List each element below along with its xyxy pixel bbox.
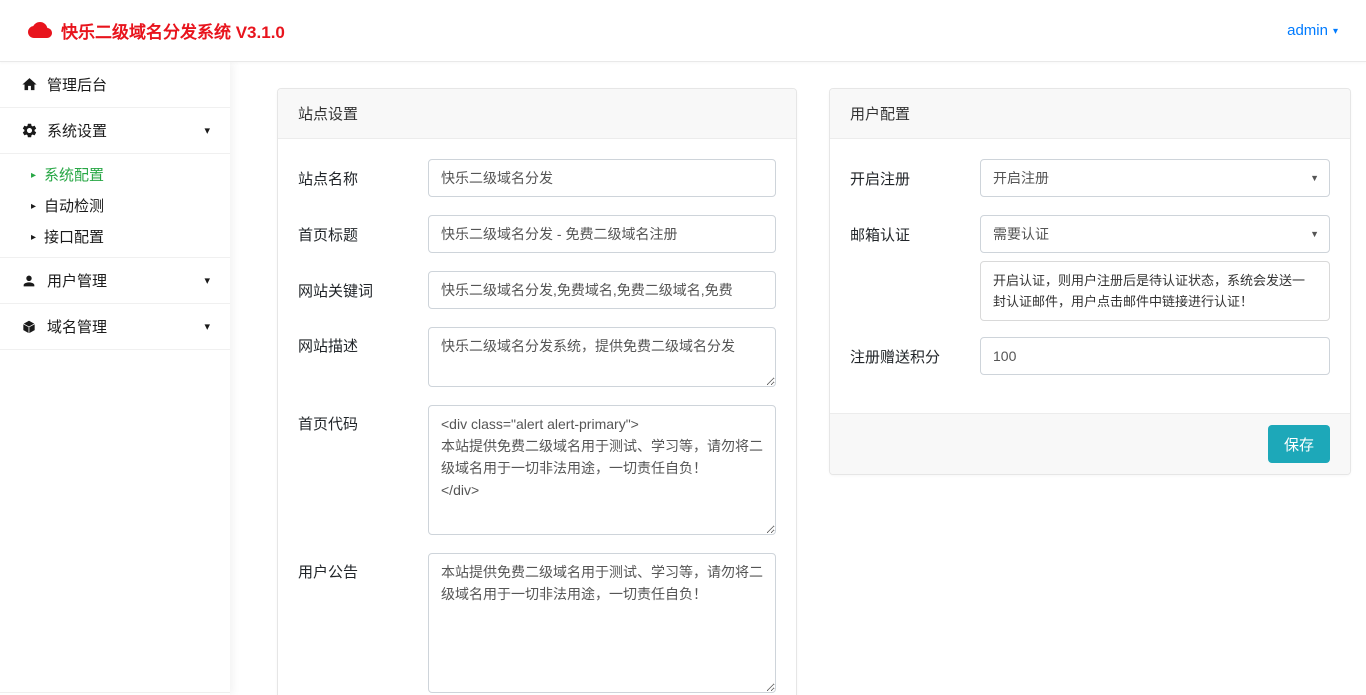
brand-title: 快乐二级域名分发系统 V3.1.0 [61, 18, 285, 43]
sidebar-item-domain-management[interactable]: 域名管理 ▾ [0, 304, 230, 350]
register-select[interactable]: 开启注册 ▼ [980, 159, 1330, 197]
main-layout: 管理后台 系统设置 ▾ ▸ 系统配置 ▸ 自动检测 ▸ 接口配置 [0, 62, 1366, 695]
site-name-input[interactable] [428, 159, 776, 197]
email-auth-row: 邮箱认证 需要认证 ▼ [850, 215, 1330, 253]
announcement-textarea[interactable]: 本站提供免费二级域名用于测试、学习等，请勿将二级域名用于一切非法用途，一切责任自… [428, 553, 776, 693]
sidebar-item-label: 管理后台 [47, 74, 107, 95]
home-code-row: 首页代码 <div class="alert alert-primary"> 本… [298, 405, 776, 535]
user-card-title: 用户配置 [830, 89, 1350, 139]
sidebar-item-user-management[interactable]: 用户管理 ▾ [0, 258, 230, 304]
register-select-value: 开启注册 [993, 168, 1049, 188]
select-caret-icon: ▼ [1310, 173, 1319, 183]
home-icon [20, 76, 38, 94]
system-settings-submenu: ▸ 系统配置 ▸ 自动检测 ▸ 接口配置 [0, 154, 230, 258]
user-menu-label: admin [1287, 22, 1328, 39]
chevron-down-icon: ▾ [204, 124, 210, 137]
triangle-right-icon: ▸ [31, 232, 36, 243]
home-title-input[interactable] [428, 215, 776, 253]
register-row: 开启注册 开启注册 ▼ [850, 159, 1330, 197]
submenu-item-system-config[interactable]: ▸ 系统配置 [0, 159, 230, 190]
home-code-textarea[interactable]: <div class="alert alert-primary"> 本站提供免费… [428, 405, 776, 535]
gear-icon [20, 122, 38, 140]
site-card-body: 站点名称 首页标题 网站关键词 网站描述 快乐二级域名分发系统，提供免费二级域名… [278, 139, 796, 695]
email-auth-label: 邮箱认证 [850, 224, 980, 245]
cloud-icon [28, 22, 52, 40]
save-button[interactable]: 保存 [1268, 425, 1330, 463]
announcement-label: 用户公告 [298, 553, 428, 582]
register-label: 开启注册 [850, 168, 980, 189]
triangle-right-icon: ▸ [31, 201, 36, 212]
triangle-right-icon: ▸ [31, 170, 36, 181]
points-row: 注册赠送积分 [850, 337, 1330, 375]
submenu-item-auto-detect[interactable]: ▸ 自动检测 [0, 190, 230, 221]
chevron-down-icon: ▾ [204, 320, 210, 333]
announcement-row: 用户公告 本站提供免费二级域名用于测试、学习等，请勿将二级域名用于一切非法用途，… [298, 553, 776, 693]
sidebar-item-label: 用户管理 [47, 270, 107, 291]
description-label: 网站描述 [298, 327, 428, 356]
email-auth-select[interactable]: 需要认证 ▼ [980, 215, 1330, 253]
sidebar: 管理后台 系统设置 ▾ ▸ 系统配置 ▸ 自动检测 ▸ 接口配置 [0, 62, 230, 695]
chevron-down-icon: ▾ [204, 274, 210, 287]
site-settings-card: 站点设置 站点名称 首页标题 网站关键词 网站描述 快乐二级域名分发系统，提供免… [277, 88, 797, 695]
brand[interactable]: 快乐二级域名分发系统 V3.1.0 [28, 18, 285, 43]
site-name-row: 站点名称 [298, 159, 776, 197]
points-label: 注册赠送积分 [850, 346, 980, 367]
site-card-title: 站点设置 [278, 89, 796, 139]
home-title-label: 首页标题 [298, 224, 428, 245]
submenu-item-label: 自动检测 [44, 195, 104, 216]
sidebar-bottom-divider [0, 692, 230, 693]
home-title-row: 首页标题 [298, 215, 776, 253]
keywords-input[interactable] [428, 271, 776, 309]
points-input[interactable] [980, 337, 1330, 375]
keywords-label: 网站关键词 [298, 280, 428, 301]
cube-icon [20, 318, 38, 336]
home-code-label: 首页代码 [298, 405, 428, 434]
user-icon [20, 272, 38, 290]
user-menu[interactable]: admin ▾ [1287, 22, 1338, 39]
user-config-card: 用户配置 开启注册 开启注册 ▼ 邮箱认证 需要认证 ▼ [829, 88, 1351, 475]
description-textarea[interactable]: 快乐二级域名分发系统，提供免费二级域名分发 [428, 327, 776, 387]
content-area: 站点设置 站点名称 首页标题 网站关键词 网站描述 快乐二级域名分发系统，提供免… [230, 62, 1366, 695]
submenu-item-label: 接口配置 [44, 226, 104, 247]
email-auth-help-text: 开启认证，则用户注册后是待认证状态，系统会发送一封认证邮件，用户点击邮件中链接进… [980, 261, 1330, 321]
submenu-item-label: 系统配置 [44, 164, 104, 185]
sidebar-item-dashboard[interactable]: 管理后台 [0, 62, 230, 108]
site-name-label: 站点名称 [298, 168, 428, 189]
email-auth-help-row: 开启认证，则用户注册后是待认证状态，系统会发送一封认证邮件，用户点击邮件中链接进… [980, 261, 1330, 321]
submenu-item-api-config[interactable]: ▸ 接口配置 [0, 221, 230, 252]
user-card-body: 开启注册 开启注册 ▼ 邮箱认证 需要认证 ▼ 开启认证，则用户注册后是待认证状… [830, 139, 1350, 413]
sidebar-item-label: 域名管理 [47, 316, 107, 337]
email-auth-select-value: 需要认证 [993, 224, 1049, 244]
sidebar-item-label: 系统设置 [47, 120, 107, 141]
select-caret-icon: ▼ [1310, 229, 1319, 239]
description-row: 网站描述 快乐二级域名分发系统，提供免费二级域名分发 [298, 327, 776, 387]
sidebar-item-system-settings[interactable]: 系统设置 ▾ [0, 108, 230, 154]
user-card-footer: 保存 [830, 413, 1350, 474]
top-navbar: 快乐二级域名分发系统 V3.1.0 admin ▾ [0, 0, 1366, 62]
chevron-down-icon: ▾ [1333, 26, 1338, 37]
keywords-row: 网站关键词 [298, 271, 776, 309]
